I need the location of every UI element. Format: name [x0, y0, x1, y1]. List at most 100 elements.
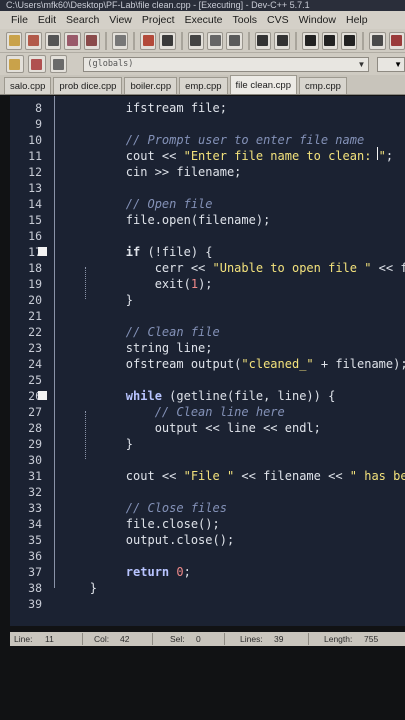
tab-emp[interactable]: emp.cpp — [179, 77, 228, 94]
code-line[interactable]: 23 string line; — [10, 340, 405, 356]
class-scope-value: (globals) — [87, 59, 134, 69]
code-token: 0 — [176, 565, 184, 579]
code-line[interactable]: 32 — [10, 484, 405, 500]
code-line[interactable]: 22 // Clean file — [10, 324, 405, 340]
code-editor[interactable]: 8 ifstream file; 9 10 // Prompt user to en… — [10, 96, 405, 626]
class-scope-select[interactable]: (globals) ▼ — [83, 56, 370, 72]
back-button[interactable] — [302, 31, 319, 50]
menu-window[interactable]: Window — [294, 11, 341, 29]
menu-project[interactable]: Project — [137, 11, 180, 29]
code-line[interactable]: 33 // Close files — [10, 500, 405, 516]
menu-edit[interactable]: Edit — [33, 11, 61, 29]
code-text: while (getline(file, line)) { — [68, 388, 336, 404]
code-line[interactable]: 15 file.open(filename); — [10, 212, 405, 228]
class-toolbar: (globals) ▼ ▼ — [0, 53, 405, 75]
line-number: 37 — [28, 565, 42, 579]
code-text: cout << "Enter file name to clean: "; — [68, 148, 393, 164]
line-number: 10 — [28, 133, 42, 147]
code-line[interactable]: 11 cout << "Enter file name to clean: "; — [10, 148, 405, 164]
line-number: 31 — [28, 469, 42, 483]
menu-execute[interactable]: Execute — [180, 11, 228, 29]
save-all-button[interactable] — [64, 31, 81, 50]
undo-button[interactable] — [140, 31, 157, 50]
menu-view[interactable]: View — [104, 11, 137, 29]
unindent-button[interactable] — [274, 31, 291, 50]
code-line[interactable]: 12 cin >> filename; — [10, 164, 405, 180]
code-line[interactable]: 34 file.close(); — [10, 516, 405, 532]
code-line[interactable]: 8 ifstream file; — [10, 100, 405, 116]
forward-button[interactable] — [341, 31, 358, 50]
toolbar-separator — [133, 31, 136, 50]
code-token: output.close(); — [125, 533, 235, 547]
chevron-down-icon: ▼ — [394, 59, 403, 69]
menu-tools[interactable]: Tools — [228, 11, 263, 29]
code-line[interactable]: 36 — [10, 548, 405, 564]
status-col-value: 42 — [120, 634, 130, 644]
code-line[interactable]: 21 — [10, 308, 405, 324]
code-line[interactable]: 37 return 0; — [10, 564, 405, 580]
close-button[interactable] — [83, 31, 101, 50]
code-line[interactable]: 38 } — [10, 580, 405, 596]
code-text: ofstream output("cleaned_" + filename); — [68, 356, 405, 372]
indent-button[interactable] — [254, 31, 272, 50]
code-line[interactable]: 29 } — [10, 436, 405, 452]
code-line[interactable]: 13 — [10, 180, 405, 196]
replace-button[interactable] — [207, 31, 224, 50]
code-line[interactable]: 18 cerr << "Unable to open file " << fil… — [10, 260, 405, 276]
find-button[interactable] — [187, 31, 205, 50]
fold-marker-icon[interactable] — [38, 391, 47, 400]
menu-search[interactable]: Search — [61, 11, 104, 29]
insert-button[interactable] — [27, 55, 46, 73]
code-line[interactable]: 16 — [10, 228, 405, 244]
tab-file-clean[interactable]: file clean.cpp — [229, 75, 297, 94]
code-line[interactable]: 14 // Open file — [10, 196, 405, 212]
code-line[interactable]: 17 if (!file) { — [10, 244, 405, 260]
bookmark-button[interactable] — [321, 31, 339, 50]
code-line[interactable]: 39 — [10, 596, 405, 612]
tab-prob-dice[interactable]: prob dice.cpp — [53, 77, 123, 94]
new-class-button[interactable] — [6, 55, 24, 73]
line-number: 33 — [28, 501, 42, 515]
run-button[interactable] — [388, 31, 405, 50]
code-text: // Prompt user to enter file name — [68, 132, 364, 148]
code-line[interactable]: 24 ofstream output("cleaned_" + filename… — [10, 356, 405, 372]
compile-button[interactable] — [369, 31, 386, 50]
member-select[interactable]: ▼ — [377, 56, 405, 72]
code-line[interactable]: 25 — [10, 372, 405, 388]
code-line[interactable]: 30 — [10, 452, 405, 468]
code-line[interactable]: 10 // Prompt user to enter file name — [10, 132, 405, 148]
line-number: 14 — [28, 197, 42, 211]
code-line[interactable]: 20 } — [10, 292, 405, 308]
code-line[interactable]: 26 while (getline(file, line)) { — [10, 388, 405, 404]
menu-cvs[interactable]: CVS — [262, 11, 294, 29]
code-line[interactable]: 31 cout << "File " << filename << " has … — [10, 468, 405, 484]
code-line[interactable]: 9 — [10, 116, 405, 132]
status-col-label: Col: — [94, 634, 110, 644]
fold-marker-icon[interactable] — [38, 247, 47, 256]
code-line[interactable]: 35 output.close(); — [10, 532, 405, 548]
menu-file[interactable]: File — [6, 11, 33, 29]
redo-button[interactable] — [159, 31, 176, 50]
menu-help[interactable]: Help — [341, 11, 373, 29]
code-text: // Close files — [68, 500, 227, 516]
code-line[interactable]: 27 // Clean line here — [10, 404, 405, 420]
tab-salo[interactable]: salo.cpp — [4, 77, 52, 94]
code-line[interactable]: 19 exit(1); — [10, 276, 405, 292]
find-icon — [190, 35, 202, 46]
toggle-bookmark-button[interactable] — [49, 55, 68, 73]
goto-button[interactable] — [226, 31, 243, 50]
run-icon — [391, 35, 403, 46]
new-file-button[interactable] — [6, 31, 23, 50]
save-button[interactable] — [44, 31, 62, 50]
print-button[interactable] — [111, 31, 129, 50]
tab-cmp[interactable]: cmp.cpp — [299, 77, 347, 94]
tab-boiler[interactable]: boiler.cpp — [124, 77, 178, 94]
toolbar-separator — [247, 31, 250, 50]
code-line[interactable]: 28 output << line << endl; — [10, 420, 405, 436]
open-file-button[interactable] — [25, 31, 42, 50]
